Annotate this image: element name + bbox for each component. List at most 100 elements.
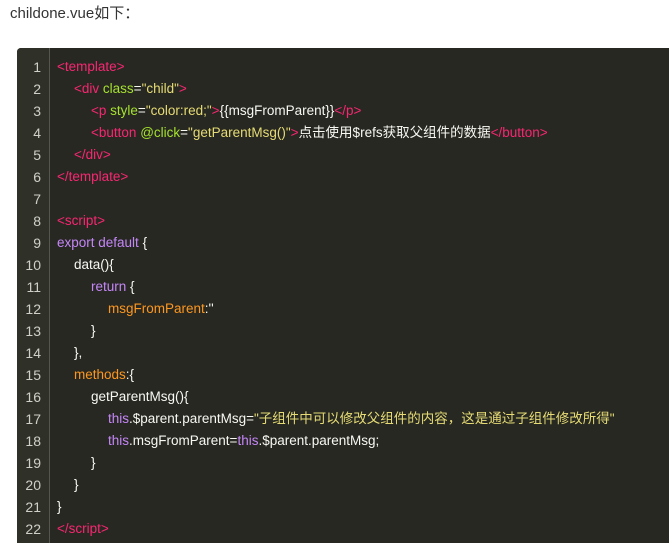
line-number: 11 [26,279,41,295]
code-token: this [108,433,130,448]
code-token: {{msgFromParent}} [219,103,335,118]
code-text: <script> [57,210,105,232]
code-line: 5 </div> [17,144,669,166]
code-text: return { [57,276,135,298]
code-line: 4 <button @click="getParentMsg()">点击使用$re… [17,122,669,144]
code-line: 14}, [17,342,669,364]
line-number: 4 [33,125,41,141]
code-line: 21} [17,496,669,518]
code-token: > [353,103,362,118]
code-text: msgFromParent:'' [57,298,214,320]
code-line: 9 export default { [17,232,669,254]
code-token: this [108,411,130,426]
code-token: 点击使用$refs获取父组件的数据 [298,125,491,140]
code-token: div [81,81,100,96]
code-token: script [64,213,98,228]
code-token: > [178,81,187,96]
code-text: data(){ [57,254,114,276]
code-line: 8 <script> [17,210,669,232]
code-token: </ [57,169,69,184]
code-text: <div class="child"> [57,78,187,100]
line-number: 12 [25,301,41,317]
code-text: } [57,474,79,496]
code-line: 7 [17,188,669,210]
code-token: "color:red;" [145,103,212,118]
code-token: > [102,147,111,162]
code-lines: 1 <template> 2 <div class="child"> 3 <p style… [17,56,669,540]
code-line: 15 methods:{ [17,364,669,386]
code-text: } [57,452,96,474]
code-token: > [116,59,125,74]
code-line: 10 data(){ [17,254,669,276]
line-number: 22 [25,521,41,537]
code-token: { [138,235,148,250]
code-text: <p style="color:red;">{{msgFromParent}}<… [57,100,361,122]
code-token: button [502,125,540,140]
line-number: 19 [25,455,41,471]
code-line: 11 return { [17,276,669,298]
code-token: < [74,81,82,96]
code-token: "child" [141,81,179,96]
code-line: 13} [17,320,669,342]
code-token: = [133,81,142,96]
code-token: > [211,103,220,118]
line-number: 2 [33,81,41,97]
code-line: 20} [17,474,669,496]
code-token: button [98,125,137,140]
line-number: 16 [25,389,41,405]
line-number: 18 [25,433,41,449]
line-number: 5 [33,147,41,163]
code-line: 19} [17,452,669,474]
code-text: } [57,320,96,342]
code-line: 12 msgFromParent:'' [17,298,669,320]
line-number: 7 [33,191,41,207]
code-text: <template> [57,56,125,78]
code-token: template [68,169,121,184]
code-token: </ [57,521,69,536]
code-text: }, [57,342,82,364]
code-text: } [57,496,62,518]
code-token: > [100,521,109,536]
code-token: "子组件中可以修改父组件的内容，这是通过子组件修改所得" [253,411,615,426]
code-token: } [91,455,96,470]
line-number: 10 [25,257,41,273]
code-token: class [99,81,134,96]
code-line: 16 getParentMsg(){ [17,386,669,408]
line-number: 14 [25,345,41,361]
code-token: < [57,213,65,228]
code-token: div [85,147,103,162]
code-token: style [106,103,138,118]
code-token: return [91,279,127,294]
line-number: 20 [25,477,41,493]
code-line: 1 <template> [17,56,669,78]
code-line: 3 <p style="color:red;">{{msgFromParent}}… [17,100,669,122]
code-token: > [539,125,548,140]
line-number: 17 [25,411,41,427]
code-text: </div> [57,144,111,166]
code-token: }, [74,345,83,360]
code-token: } [57,499,62,514]
code-text: </template> [57,166,128,188]
code-token: p [346,103,354,118]
code-text: export default { [57,232,147,254]
line-number: 1 [33,59,41,75]
code-token: export default [57,235,139,250]
code-token: </ [74,147,86,162]
code-token: .msgFromParent= [129,433,238,448]
code-text: getParentMsg(){ [57,386,189,408]
code-token: :'' [204,301,214,316]
code-text: </script> [57,518,109,540]
code-token: < [91,125,99,140]
code-token: this [237,433,259,448]
code-text: <button @click="getParentMsg()">点击使用$ref… [57,122,548,144]
code-token: < [57,59,65,74]
code-token: getParentMsg(){ [91,389,189,404]
code-text: this.$parent.parentMsg="子组件中可以修改父组件的内容，这… [57,408,615,430]
code-token: } [91,323,96,338]
code-token: template [64,59,117,74]
line-number: 6 [33,169,41,185]
code-token: = [137,103,146,118]
code-token: msgFromParent [108,301,205,316]
code-token: < [91,103,99,118]
code-token: } [74,477,79,492]
